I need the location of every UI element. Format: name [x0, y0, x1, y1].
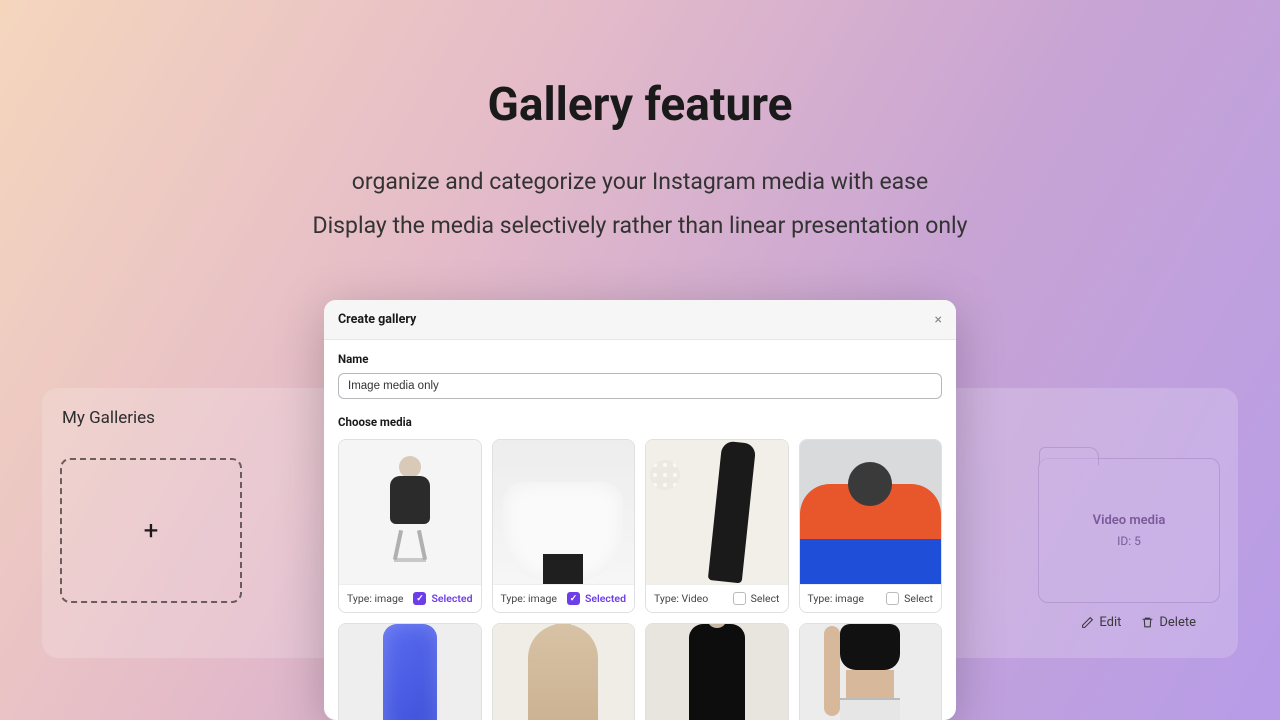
media-card[interactable] [492, 623, 636, 720]
select-toggle[interactable]: Selected [413, 592, 472, 605]
media-thumbnail [646, 624, 788, 720]
media-thumbnail [646, 440, 788, 584]
gallery-name-input[interactable] [338, 373, 942, 399]
media-thumbnail [800, 624, 942, 720]
create-gallery-modal: Create gallery × Name Choose media Type:… [324, 300, 956, 720]
choose-media-label: Choose media [338, 415, 942, 429]
checkbox-icon [886, 592, 899, 605]
pencil-icon [1081, 616, 1094, 629]
folder-id: ID: 5 [1117, 534, 1141, 548]
select-toggle[interactable]: Select [733, 592, 780, 605]
delete-button[interactable]: Delete [1141, 615, 1196, 630]
gallery-folder-wrap: Video media ID: 5 Edit Delete [1038, 458, 1220, 630]
select-toggle[interactable]: Selected [567, 592, 626, 605]
hero-title: Gallery feature [0, 78, 1280, 132]
checkbox-icon [733, 592, 746, 605]
media-type: Type: image [501, 592, 557, 605]
media-card[interactable]: Type: image Selected [492, 439, 636, 613]
media-thumbnail [493, 624, 635, 720]
media-card[interactable]: Type: Video Select [645, 439, 789, 613]
gallery-folder[interactable]: Video media ID: 5 [1038, 458, 1220, 603]
media-type: Type: image [808, 592, 864, 605]
media-thumbnail [800, 440, 942, 584]
media-thumbnail [339, 440, 481, 584]
modal-header: Create gallery × [324, 300, 956, 340]
media-card[interactable]: Type: image Select [799, 439, 943, 613]
trash-icon [1141, 616, 1154, 629]
checkbox-icon [413, 592, 426, 605]
name-label: Name [338, 352, 942, 366]
edit-button[interactable]: Edit [1081, 615, 1121, 630]
close-icon[interactable]: × [935, 313, 942, 327]
modal-title: Create gallery [338, 312, 416, 327]
folder-tab-icon [1039, 447, 1099, 465]
plus-icon: + [144, 516, 159, 546]
media-thumbnail [493, 440, 635, 584]
select-toggle[interactable]: Select [886, 592, 933, 605]
media-type: Type: image [347, 592, 403, 605]
media-grid: Type: imageSelected Type: imageSelected … [338, 439, 942, 720]
hero-subtitle: organize and categorize your Instagram m… [0, 160, 1280, 247]
add-gallery-card[interactable]: + [60, 458, 242, 603]
checkbox-icon [567, 592, 580, 605]
media-card[interactable]: Type: image Selected [338, 439, 482, 613]
media-card[interactable] [799, 623, 943, 720]
media-type: Type: Video [654, 592, 708, 605]
hero: Gallery feature organize and categorize … [0, 0, 1280, 247]
media-card[interactable] [645, 623, 789, 720]
folder-name: Video media [1093, 513, 1166, 528]
media-card[interactable] [338, 623, 482, 720]
media-thumbnail [339, 624, 481, 720]
